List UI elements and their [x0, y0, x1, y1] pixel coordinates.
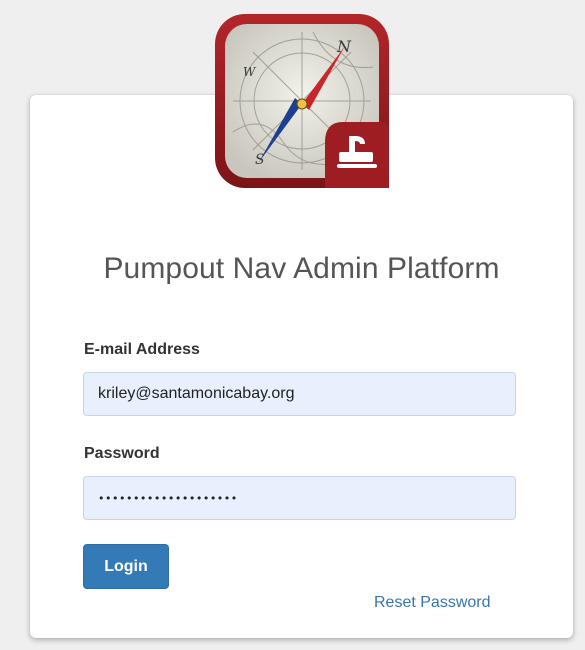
svg-text:W: W — [243, 65, 257, 79]
password-label: Password — [84, 445, 160, 462]
login-page: N W S Pumpout Nav Admin Platform E-mail … — [0, 0, 585, 650]
page-title: Pumpout Nav Admin Platform — [103, 252, 500, 285]
app-logo: N W S — [213, 12, 391, 190]
email-label: E-mail Address — [84, 341, 200, 358]
login-button[interactable]: Login — [83, 544, 169, 589]
reset-password-link[interactable]: Reset Password — [374, 594, 491, 612]
svg-text:N: N — [336, 37, 352, 56]
compass-logo-icon: N W S — [215, 14, 389, 188]
email-field[interactable] — [83, 372, 516, 416]
svg-text:S: S — [255, 152, 265, 168]
password-field[interactable] — [83, 476, 516, 520]
